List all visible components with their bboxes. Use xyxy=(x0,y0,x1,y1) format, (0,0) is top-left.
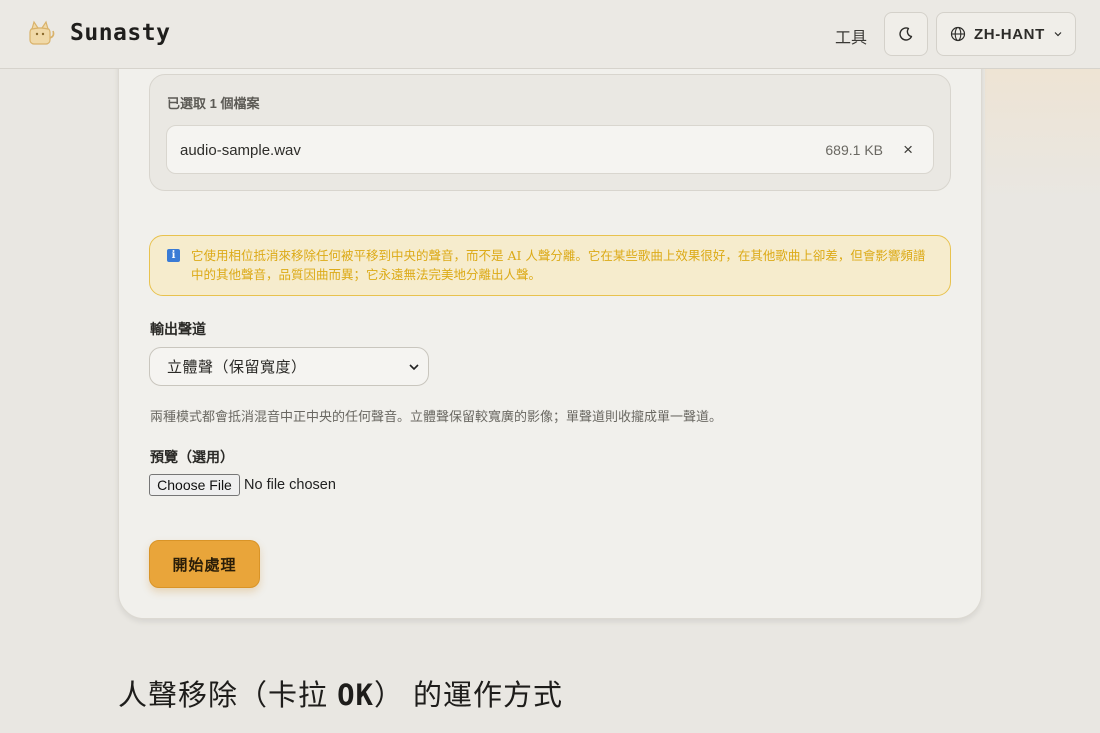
output-channel-hint: 兩種模式都會抵消混音中正中央的任何聲音。立體聲保留較寬廣的影像；單聲道則收攏成單… xyxy=(150,409,723,424)
info-icon: i xyxy=(167,249,180,262)
top-header: Sunasty 工具 ZH-HANT xyxy=(0,0,1100,69)
background-glow xyxy=(985,69,1100,199)
output-channel-select[interactable]: 立體聲（保留寬度） xyxy=(149,347,429,386)
output-channel-value: 立體聲（保留寬度） xyxy=(167,359,307,376)
selected-files-title: 已選取 1 個檔案 xyxy=(167,96,260,111)
file-input-status: No file chosen xyxy=(244,477,336,493)
heading-part-3: ） 的運作方式 xyxy=(373,680,564,712)
preview-label: 預覽（選用） xyxy=(150,449,234,465)
globe-icon xyxy=(950,26,966,42)
chevron-down-icon xyxy=(409,364,419,371)
output-channel-label: 輸出聲道 xyxy=(150,321,206,337)
file-name: audio-sample.wav xyxy=(180,142,301,159)
warning-notice: i 它使用相位抵消來移除任何被平移到中央的聲音，而不是 AI 人聲分離。它在某些… xyxy=(149,235,951,296)
moon-icon xyxy=(899,27,913,41)
section-heading: 人聲移除（卡拉 OK） 的運作方式 xyxy=(118,672,563,714)
file-list-item: audio-sample.wav 689.1 KB × xyxy=(166,125,934,174)
cat-logo-icon[interactable] xyxy=(26,18,56,48)
choose-file-button[interactable]: Choose File xyxy=(149,474,240,496)
tools-link[interactable]: 工具 xyxy=(835,24,867,48)
language-label: ZH-HANT xyxy=(974,25,1045,43)
brand-name[interactable]: Sunasty xyxy=(70,20,170,46)
theme-toggle-button[interactable] xyxy=(884,12,928,56)
start-processing-button[interactable]: 開始處理 xyxy=(149,540,260,588)
warning-text: 它使用相位抵消來移除任何被平移到中央的聲音，而不是 AI 人聲分離。它在某些歌曲… xyxy=(191,248,926,282)
heading-part-2: OK xyxy=(337,678,374,712)
file-size: 689.1 KB xyxy=(825,142,883,158)
close-icon[interactable]: × xyxy=(903,140,913,160)
chevron-down-icon xyxy=(1054,32,1062,37)
language-selector[interactable]: ZH-HANT xyxy=(936,12,1076,56)
heading-part-1: 人聲移除（卡拉 xyxy=(118,680,338,712)
